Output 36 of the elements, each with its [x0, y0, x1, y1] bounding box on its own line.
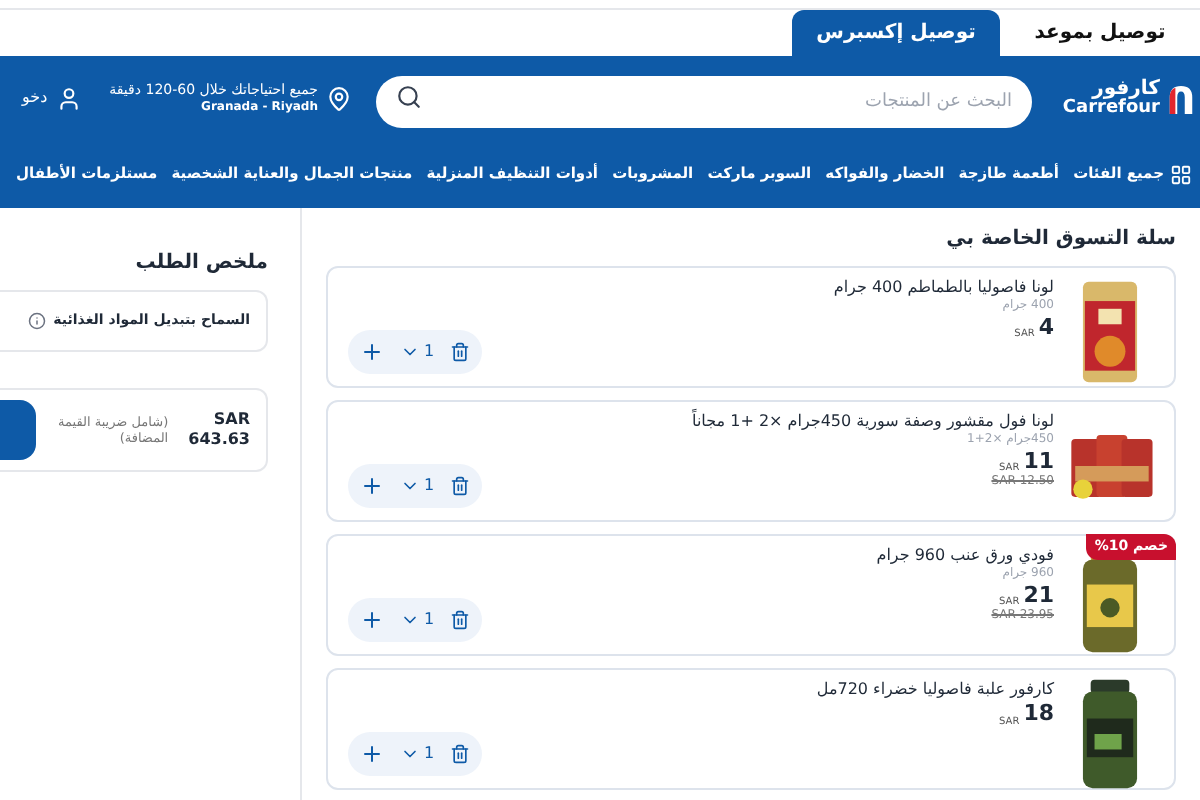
- search-field[interactable]: البحث عن المنتجات: [376, 76, 1032, 128]
- quantity-value: 1: [424, 608, 435, 632]
- product-name[interactable]: لونا فاصوليا بالطماطم 400 جرام: [833, 278, 1054, 298]
- product-price: 21: [1023, 581, 1054, 609]
- quantity-value: 1: [424, 340, 435, 364]
- search-icon: [396, 84, 422, 110]
- product-price: 4: [1038, 313, 1054, 341]
- logo-icon: [1166, 81, 1196, 115]
- quantity-value: 1: [424, 742, 435, 766]
- delivery-tab[interactable]: توصيل إكسبرس: [792, 10, 1000, 56]
- plus-icon[interactable]: [360, 340, 384, 364]
- summary-title: ملخص الطلب: [133, 250, 268, 278]
- plus-icon[interactable]: [360, 608, 384, 632]
- location-pin-icon: [326, 85, 352, 111]
- delete-icon[interactable]: [450, 342, 471, 362]
- plus-icon[interactable]: [360, 742, 384, 766]
- quantity-value: 1: [424, 474, 435, 498]
- grid-icon: [1170, 163, 1192, 185]
- user-icon[interactable]: [55, 85, 82, 111]
- plus-icon[interactable]: [360, 474, 384, 498]
- product-name[interactable]: فودي ورق عنب 960 جرام: [876, 546, 1054, 566]
- total-currency: SAR: [213, 410, 250, 430]
- delete-icon[interactable]: [450, 610, 471, 630]
- delete-icon[interactable]: [450, 476, 471, 496]
- product-price: 18: [1023, 700, 1054, 728]
- delete-icon[interactable]: [450, 744, 471, 764]
- info-icon[interactable]: [27, 312, 46, 330]
- login-link[interactable]: دخو: [22, 86, 48, 110]
- product-name[interactable]: كارفور علبة فاصوليا خضراء 720مل: [816, 680, 1054, 700]
- logo-arabic-text: كارفور: [1091, 79, 1160, 99]
- product-name[interactable]: لونا فول مقشور وصفة سورية 450جرام ×2 +1 مجاناً: [692, 412, 1054, 432]
- product-price: 11: [1023, 447, 1054, 475]
- total-amount: 643.63: [188, 430, 250, 450]
- checkout-button[interactable]: [0, 400, 36, 460]
- cart-title: سلة التسوق الخاصة بي: [944, 226, 1176, 254]
- logo-latin-text: Carrefour: [1062, 99, 1160, 117]
